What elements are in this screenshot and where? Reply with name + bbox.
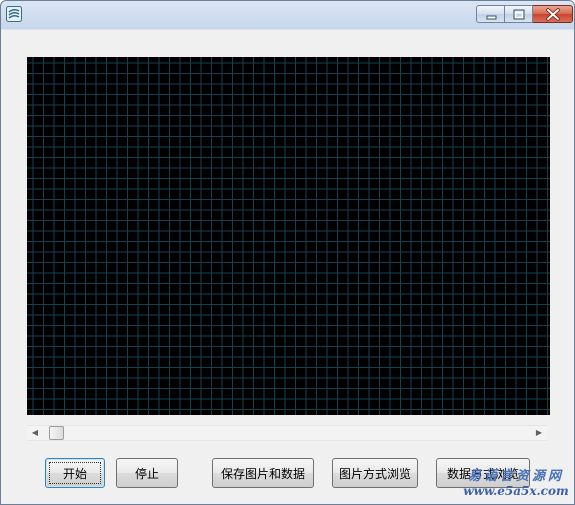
grid-canvas [27, 57, 550, 415]
scroll-left-arrow-icon[interactable]: ◀ [27, 426, 43, 440]
watermark-url: www.e5a5x.com [463, 484, 569, 498]
maximize-button[interactable] [505, 5, 533, 23]
maximize-icon [513, 9, 525, 20]
title-bar[interactable] [1, 1, 574, 29]
close-button[interactable] [533, 5, 573, 23]
app-icon[interactable] [6, 6, 22, 22]
scroll-right-arrow-icon[interactable]: ▶ [531, 426, 547, 440]
save-image-data-button[interactable]: 保存图片和数据 [212, 458, 314, 488]
watermark-text: 易语言资源网 [467, 469, 564, 484]
waveform-display [27, 57, 550, 415]
start-button[interactable]: 开始 [45, 458, 105, 488]
scroll-thumb[interactable] [49, 426, 64, 440]
watermark: 易语言资源网 www.e5a5x.com [462, 469, 570, 499]
close-icon [546, 8, 560, 21]
minimize-button[interactable] [476, 5, 505, 23]
browse-image-button[interactable]: 图片方式浏览 [332, 458, 418, 488]
horizontal-scrollbar[interactable]: ◀ ▶ [27, 425, 547, 441]
minimize-icon [486, 15, 497, 20]
stop-button[interactable]: 停止 [116, 458, 178, 488]
